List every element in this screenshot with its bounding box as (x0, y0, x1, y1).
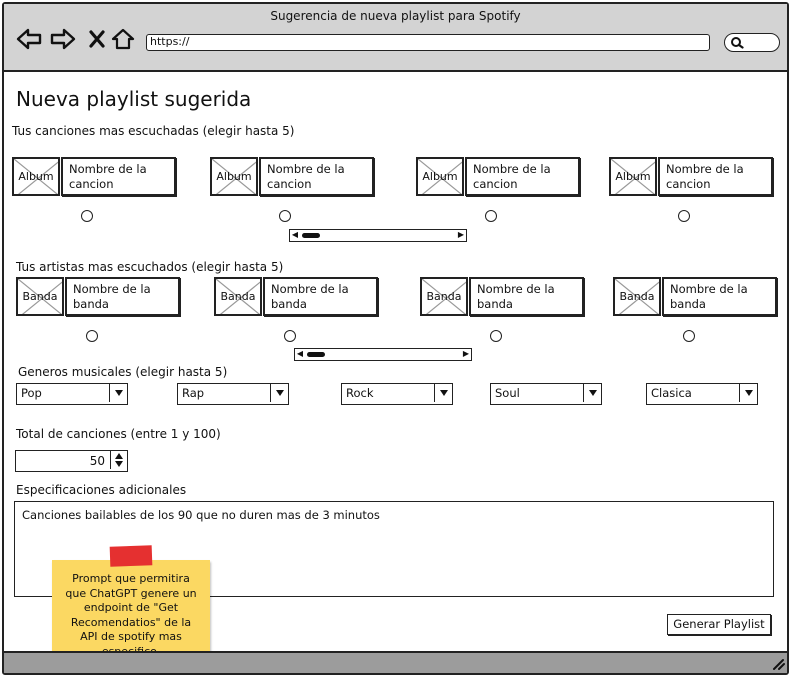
chevron-down-icon[interactable] (739, 384, 757, 402)
scrollbar-thumb[interactable] (307, 352, 325, 357)
band-name-box: Nombre de la banda (65, 277, 180, 316)
genre-select[interactable]: Pop (16, 383, 128, 405)
song-name-box: Nombre de la cancion (465, 157, 580, 196)
band-name-box: Nombre de la banda (263, 277, 378, 316)
band-thumbnail: Banda (613, 277, 661, 316)
artists-label: Tus artistas mas escuchados (elegir hast… (16, 260, 284, 274)
songs-label: Tus canciones mas escuchadas (elegir has… (12, 124, 295, 138)
total-songs-stepper[interactable]: 50 (15, 450, 128, 472)
genre-select[interactable]: Soul (490, 383, 602, 405)
genre-select-value: Clasica (651, 386, 692, 400)
scroll-right-icon[interactable]: ▶ (461, 349, 471, 359)
song-radio[interactable] (81, 210, 93, 222)
scrollbar-thumb[interactable] (302, 233, 320, 238)
band-thumbnail: Banda (420, 277, 468, 316)
specs-label: Especificaciones adicionales (16, 483, 187, 497)
page-title: Nueva playlist sugerida (16, 87, 252, 111)
band-radio[interactable] (86, 330, 98, 342)
artists-horizontal-scrollbar[interactable]: ◀ ▶ (294, 348, 472, 361)
total-songs-value: 50 (89, 454, 105, 468)
genre-select-value: Soul (495, 386, 520, 400)
genre-select-value: Rock (346, 386, 374, 400)
album-thumbnail-label: Album (422, 170, 458, 183)
scroll-left-icon[interactable]: ◀ (290, 230, 300, 240)
scroll-left-icon[interactable]: ◀ (295, 349, 305, 359)
genre-select-value: Rap (182, 386, 205, 400)
album-thumbnail-label: Album (615, 170, 651, 183)
genre-select-value: Pop (21, 386, 42, 400)
album-thumbnail-label: Album (18, 170, 54, 183)
chevron-down-icon[interactable] (270, 384, 288, 402)
album-thumbnail-label: Album (216, 170, 252, 183)
chevron-down-icon[interactable] (109, 384, 127, 402)
band-thumbnail-label: Banda (220, 290, 256, 303)
search-field[interactable] (724, 33, 780, 52)
genre-select[interactable]: Rap (177, 383, 289, 405)
album-thumbnail: Album (609, 157, 657, 196)
genre-select[interactable]: Clasica (646, 383, 758, 405)
band-thumbnail-label: Banda (619, 290, 655, 303)
band-name-box: Nombre de la banda (662, 277, 777, 316)
songs-horizontal-scrollbar[interactable]: ◀ ▶ (289, 229, 467, 242)
band-thumbnail: Banda (16, 277, 64, 316)
song-radio[interactable] (279, 210, 291, 222)
back-arrow-icon[interactable] (16, 26, 42, 52)
song-name-box: Nombre de la cancion (658, 157, 773, 196)
band-radio[interactable] (490, 330, 502, 342)
tape-strip (109, 545, 153, 567)
song-name-box: Nombre de la cancion (259, 157, 374, 196)
forward-arrow-icon[interactable] (50, 26, 76, 52)
song-radio[interactable] (678, 210, 690, 222)
band-radio[interactable] (284, 330, 296, 342)
close-x-icon[interactable] (84, 26, 110, 52)
scroll-right-icon[interactable]: ▶ (456, 230, 466, 240)
band-name-box: Nombre de la banda (469, 277, 584, 316)
generate-playlist-button[interactable]: Generar Playlist (667, 614, 771, 635)
genre-select[interactable]: Rock (341, 383, 453, 405)
album-thumbnail: Album (210, 157, 258, 196)
album-thumbnail: Album (416, 157, 464, 196)
home-icon[interactable] (110, 26, 136, 52)
chevron-down-icon[interactable] (434, 384, 452, 402)
chevron-down-icon[interactable] (583, 384, 601, 402)
window-title: Sugerencia de nueva playlist para Spotif… (270, 9, 521, 23)
total-label: Total de canciones (entre 1 y 100) (16, 427, 221, 441)
album-thumbnail: Album (12, 157, 60, 196)
resize-grip-icon[interactable] (771, 656, 785, 670)
band-radio[interactable] (683, 330, 695, 342)
song-radio[interactable] (485, 210, 497, 222)
status-bar (4, 651, 787, 673)
stepper-arrows-icon[interactable] (110, 451, 127, 469)
genres-label: Generos musicales (elegir hasta 5) (18, 365, 228, 379)
band-thumbnail-label: Banda (22, 290, 58, 303)
url-bar[interactable]: https:// (146, 34, 710, 51)
band-thumbnail-label: Banda (426, 290, 462, 303)
song-name-box: Nombre de la cancion (61, 157, 176, 196)
search-icon (731, 37, 744, 49)
band-thumbnail: Banda (214, 277, 262, 316)
